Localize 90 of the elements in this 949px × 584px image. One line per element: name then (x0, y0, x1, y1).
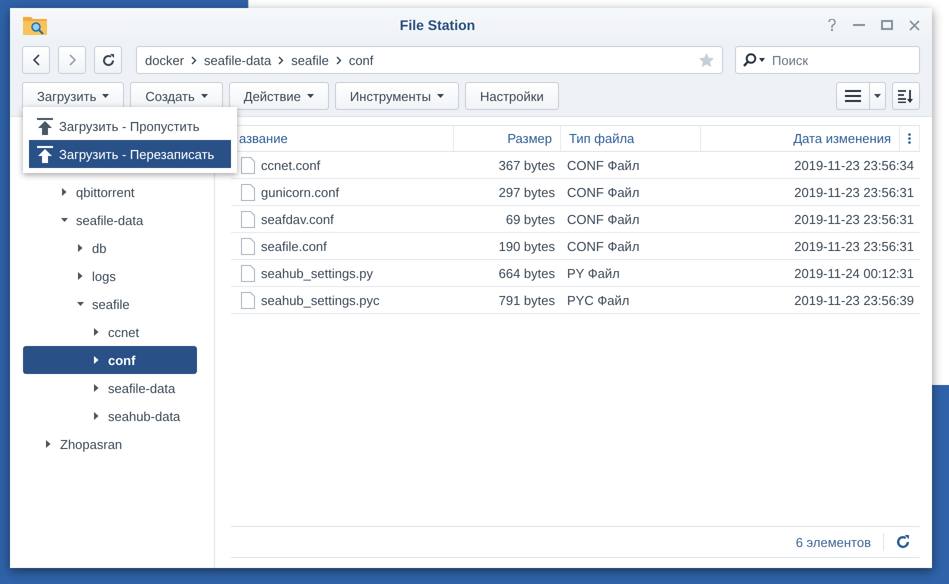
table-cell: 2019-11-23 23:56:31 (701, 179, 920, 206)
collapsed-arrow-icon[interactable] (45, 440, 52, 448)
more-icon[interactable] (908, 133, 911, 144)
close-icon[interactable] (909, 20, 920, 30)
star-icon[interactable] (699, 53, 714, 67)
collapsed-arrow-icon[interactable] (93, 328, 100, 336)
sort-icon (898, 90, 914, 102)
collapsed-arrow-icon[interactable] (77, 272, 84, 280)
maximize-icon[interactable] (881, 20, 893, 30)
file-name-cell[interactable]: seahub_settings.pyc (231, 287, 454, 314)
table-cell: CONF Файл (561, 206, 701, 233)
column-menu-button[interactable] (900, 126, 920, 152)
file-name-cell[interactable]: seafile.conf (231, 233, 454, 260)
breadcrumb-item[interactable]: docker (145, 52, 184, 68)
collapsed-arrow-icon[interactable] (93, 384, 100, 392)
collapsed-arrow-icon[interactable] (93, 356, 100, 364)
file-icon (241, 210, 255, 228)
table-cell: 2019-11-24 00:12:31 (701, 260, 920, 287)
folder-search-icon (22, 14, 48, 36)
tree-item[interactable]: conf (23, 346, 197, 374)
path-field[interactable]: docker seafile-data seafile conf (136, 46, 723, 74)
file-name-cell[interactable]: seahub_settings.py (231, 260, 454, 287)
toolbar-button[interactable]: Инструменты (334, 82, 459, 110)
chevron-icon (191, 56, 198, 64)
table-cell: 791 bytes (454, 287, 561, 314)
item-count: 6 элементов (796, 534, 871, 550)
column-header[interactable]: Дата изменения (701, 126, 900, 152)
table-cell: CONF Файл (561, 233, 701, 260)
collapsed-arrow-icon[interactable] (93, 412, 100, 420)
chevron-icon (278, 56, 284, 64)
column-header[interactable]: Размер (454, 126, 561, 152)
menu-item[interactable]: Загрузить - Перезаписать (29, 140, 231, 168)
help-icon[interactable] (827, 19, 837, 31)
toolbar-button[interactable]: Настройки (464, 82, 559, 110)
file-name-cell[interactable]: gunicorn.conf (231, 179, 454, 206)
list-view-button[interactable] (836, 82, 870, 110)
table-cell: CONF Файл (561, 152, 701, 179)
back-icon (32, 54, 40, 66)
tree-item[interactable]: seahub-data (23, 402, 197, 430)
refresh-icon[interactable] (896, 535, 910, 549)
toolbar-button[interactable]: Действие (228, 82, 329, 110)
tree-item[interactable]: seafile-data (23, 206, 197, 234)
breadcrumb-item[interactable]: seafile (291, 52, 329, 68)
table-cell: CONF Файл (561, 179, 701, 206)
tree-item[interactable]: seafile (23, 290, 197, 318)
file-icon (241, 264, 255, 282)
file-icon (241, 184, 255, 200)
file-icon (241, 292, 255, 308)
table-cell: PYC Файл (561, 287, 701, 314)
expanded-arrow-icon[interactable] (77, 300, 84, 308)
table-cell: 2019-11-23 23:56:31 (701, 233, 920, 260)
tree-item[interactable]: qbittorrent (23, 178, 197, 206)
column-header[interactable]: Тип файла (561, 126, 701, 152)
expanded-arrow-icon[interactable] (61, 216, 68, 224)
list-icon (845, 90, 861, 102)
table-cell: 2019-11-23 23:56:31 (701, 206, 920, 233)
table-cell: 2019-11-23 23:56:34 (701, 152, 920, 179)
table-cell: 367 bytes (454, 152, 561, 179)
search-icon[interactable] (743, 53, 767, 67)
view-menu-button[interactable] (870, 82, 886, 110)
tree-item[interactable]: db (23, 234, 197, 262)
search-field[interactable]: Поиск (735, 46, 920, 74)
table-cell: 69 bytes (454, 206, 561, 233)
table-cell: 190 bytes (454, 233, 561, 260)
forward-icon (68, 54, 76, 66)
caret-icon (874, 94, 881, 98)
refresh-button[interactable] (94, 46, 122, 74)
menu-item[interactable]: Загрузить - Пропустить (29, 112, 231, 140)
table-cell: 297 bytes (454, 179, 561, 206)
file-name-cell[interactable]: seafdav.conf (231, 206, 454, 233)
tree-item[interactable]: seafile-data (23, 374, 197, 402)
breadcrumb-item[interactable]: conf (348, 52, 374, 68)
refresh-icon (102, 54, 114, 66)
file-icon (241, 156, 255, 174)
upload-icon (37, 118, 53, 134)
back-button[interactable] (22, 46, 50, 74)
sort-button[interactable] (892, 82, 920, 110)
upload-icon (37, 146, 53, 162)
table-cell: 2019-11-23 23:56:39 (701, 287, 920, 314)
window-title: File Station (398, 17, 476, 33)
breadcrumb-item[interactable]: seafile-data (204, 52, 272, 68)
collapsed-arrow-icon[interactable] (77, 244, 84, 252)
table-cell: PY Файл (561, 260, 701, 287)
chevron-icon (336, 56, 342, 64)
tree-item[interactable]: Zhopasran (23, 430, 197, 458)
table-cell: 664 bytes (454, 260, 561, 287)
collapsed-arrow-icon[interactable] (61, 188, 68, 196)
tree-item[interactable]: ccnet (23, 318, 197, 346)
tree-item[interactable]: logs (23, 262, 197, 290)
file-icon (241, 238, 255, 254)
